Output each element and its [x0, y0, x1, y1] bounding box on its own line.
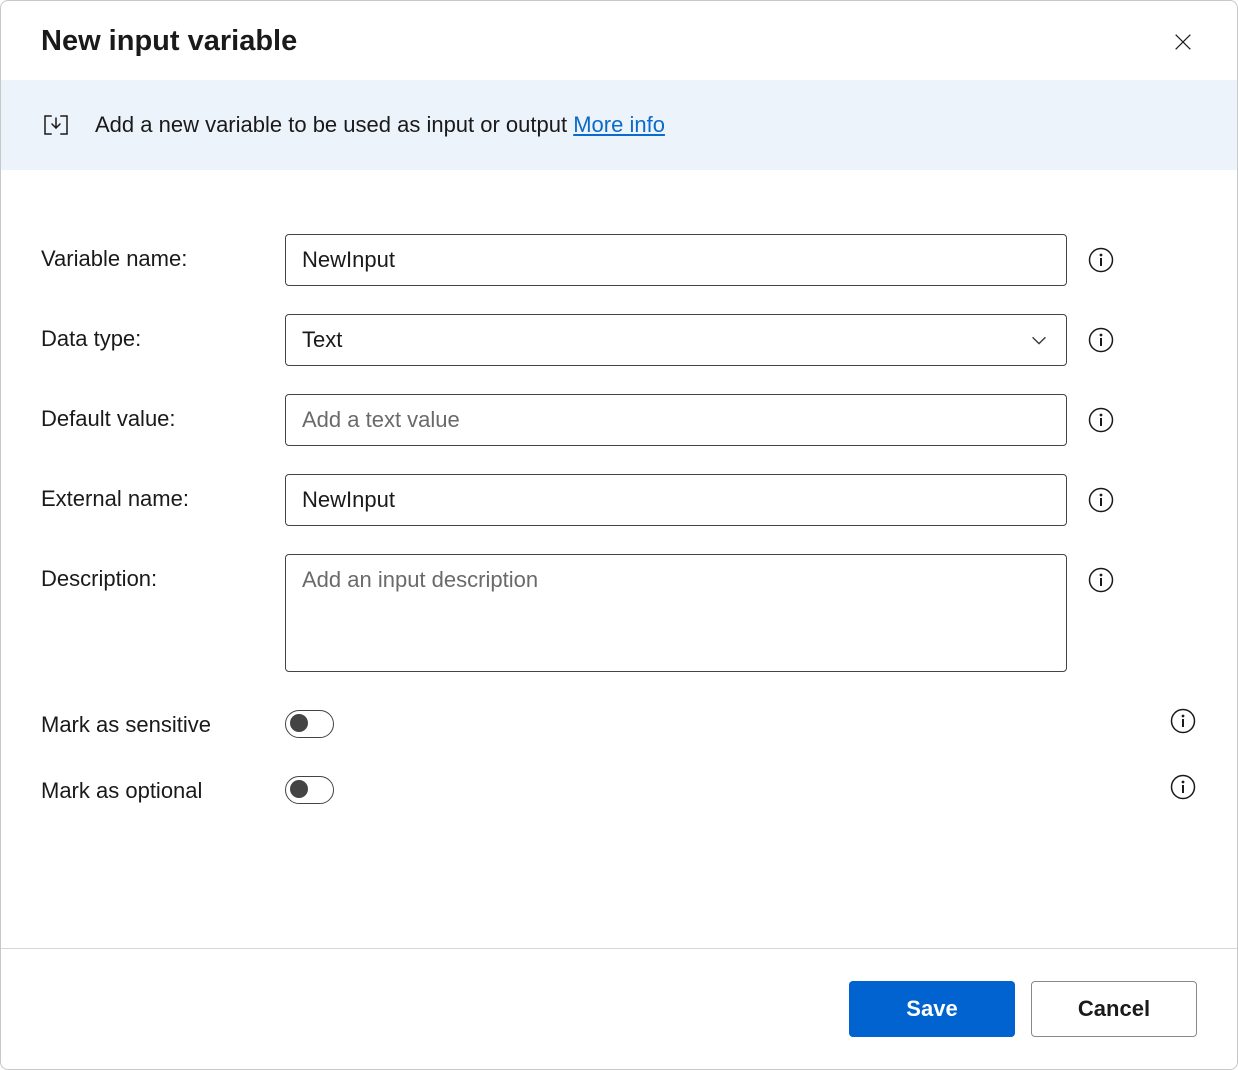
toggle-thumb	[290, 780, 308, 798]
row-mark-optional: Mark as optional	[41, 766, 1197, 804]
toggle-thumb	[290, 714, 308, 732]
close-icon	[1172, 31, 1194, 53]
row-data-type: Data type: Text	[41, 314, 1197, 366]
row-default-value: Default value:	[41, 394, 1197, 446]
info-icon-mark-sensitive[interactable]	[1169, 707, 1197, 735]
data-type-select[interactable]: Text	[285, 314, 1067, 366]
label-external-name: External name:	[41, 474, 285, 512]
row-variable-name: Variable name:	[41, 234, 1197, 286]
info-icon-description[interactable]	[1087, 566, 1115, 594]
banner-text-wrap: Add a new variable to be used as input o…	[95, 112, 665, 138]
mark-optional-toggle[interactable]	[285, 776, 334, 804]
close-button[interactable]	[1169, 28, 1197, 56]
form-area: Variable name: Data type: Text	[1, 170, 1237, 948]
variable-name-input[interactable]	[285, 234, 1067, 286]
save-button[interactable]: Save	[849, 981, 1015, 1037]
description-input[interactable]	[285, 554, 1067, 672]
label-description: Description:	[41, 554, 285, 592]
label-variable-name: Variable name:	[41, 234, 285, 272]
info-icon-mark-optional[interactable]	[1169, 773, 1197, 801]
label-data-type: Data type:	[41, 314, 285, 352]
label-default-value: Default value:	[41, 394, 285, 432]
row-mark-sensitive: Mark as sensitive	[41, 700, 1197, 738]
more-info-link[interactable]: More info	[573, 112, 665, 137]
banner-text: Add a new variable to be used as input o…	[95, 112, 573, 137]
chevron-down-icon	[1028, 329, 1050, 351]
default-value-input[interactable]	[285, 394, 1067, 446]
dialog-title: New input variable	[41, 25, 297, 58]
label-mark-sensitive: Mark as sensitive	[41, 700, 285, 738]
info-icon-external-name[interactable]	[1087, 486, 1115, 514]
mark-sensitive-toggle[interactable]	[285, 710, 334, 738]
row-external-name: External name:	[41, 474, 1197, 526]
label-mark-optional: Mark as optional	[41, 766, 285, 804]
input-variable-icon	[41, 110, 71, 140]
dialog-header: New input variable	[1, 1, 1237, 80]
external-name-input[interactable]	[285, 474, 1067, 526]
cancel-button[interactable]: Cancel	[1031, 981, 1197, 1037]
data-type-value: Text	[302, 327, 342, 353]
info-banner: Add a new variable to be used as input o…	[1, 80, 1237, 170]
row-description: Description:	[41, 554, 1197, 672]
info-icon-data-type[interactable]	[1087, 326, 1115, 354]
info-icon-default-value[interactable]	[1087, 406, 1115, 434]
dialog-footer: Save Cancel	[1, 948, 1237, 1069]
info-icon-variable-name[interactable]	[1087, 246, 1115, 274]
